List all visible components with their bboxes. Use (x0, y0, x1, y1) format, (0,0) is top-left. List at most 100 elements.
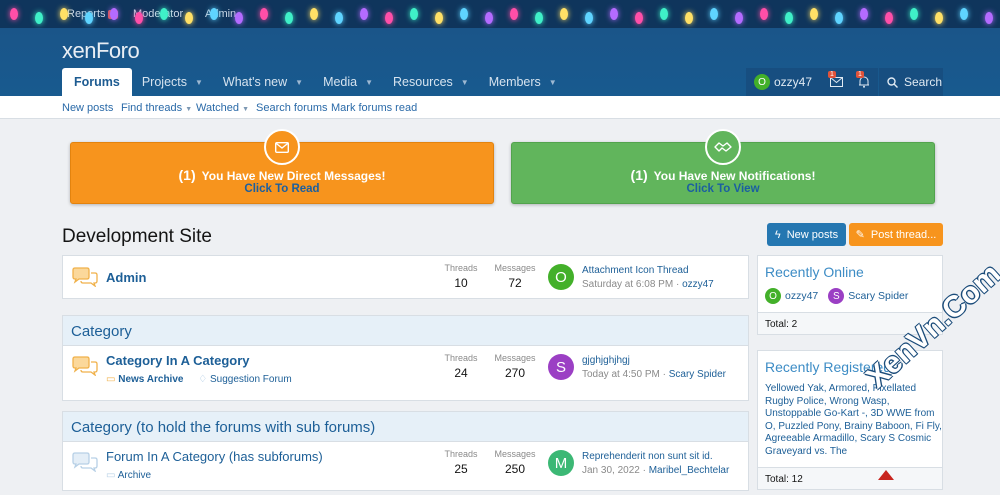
subforum-suggestion[interactable]: ♢ Suggestion Forum (198, 374, 291, 385)
forum-chat-icon (72, 356, 98, 376)
category-heading[interactable]: Category (63, 316, 748, 346)
light-bulb-decoration (610, 8, 618, 20)
avatar[interactable]: S (548, 354, 574, 380)
subnav-watched[interactable]: Watched ▼ (196, 102, 249, 114)
light-bulb-decoration (485, 12, 493, 24)
account-area: O ozzy47 1 1 (746, 68, 879, 96)
tab-resources[interactable]: Resources ▼ (383, 68, 479, 96)
messages-count: (1) (178, 167, 196, 183)
forum-block-admin: Admin Threads 10 Messages 72 O Attachment … (62, 255, 749, 299)
category-heading[interactable]: Category (to hold the forums with sub fo… (63, 412, 748, 442)
last-post-title[interactable]: gjghjghjhgj (582, 355, 630, 366)
subnav-find-threads[interactable]: Find threads ▼ (121, 102, 192, 114)
avatar[interactable]: O (548, 264, 574, 290)
forum-node: Forum In A Category (has subforums) ▭ Ar… (63, 442, 748, 485)
light-bulb-decoration (535, 12, 543, 24)
subnav-mark-read[interactable]: Mark forums read (331, 102, 417, 114)
light-bulb-decoration (335, 12, 343, 24)
chevron-down-icon[interactable]: ▼ (295, 78, 303, 87)
forum-title[interactable]: Category In A Category (106, 353, 250, 368)
last-post-user[interactable]: Maribel_Bechtelar (649, 465, 730, 476)
tab-forums[interactable]: Forums (62, 68, 132, 96)
subforum-news-archive[interactable]: ▭ News Archive (106, 374, 183, 385)
light-bulb-decoration (310, 8, 318, 20)
light-bulb-decoration (85, 12, 93, 24)
light-bulb-decoration (660, 8, 668, 20)
online-user[interactable]: ozzy47 (785, 290, 818, 302)
chat-icon: ▭ (106, 470, 116, 481)
tab-media[interactable]: Media ▼ (313, 68, 383, 96)
conversations-badge: 1 (828, 71, 836, 78)
subforum-list: ▭ News Archive ♢ Suggestion Forum (106, 374, 292, 385)
avatar[interactable]: S (828, 288, 845, 304)
tab-projects[interactable]: Projects ▼ (132, 68, 213, 96)
light-bulb-decoration (60, 8, 68, 20)
light-bulb-decoration (360, 8, 368, 20)
account-name[interactable]: ozzy47 (774, 75, 812, 89)
avatar[interactable]: O (765, 288, 781, 304)
click-to-view-link[interactable]: Click To View (512, 183, 934, 195)
chevron-down-icon[interactable]: ▼ (365, 78, 373, 87)
messages-stat: Messages 270 (494, 353, 536, 380)
edit-icon: ✎ (855, 229, 865, 241)
main-nav: Forums Projects ▼ What's new ▼ Media ▼ Reso… (62, 68, 567, 96)
new-posts-button[interactable]: ϟ New posts (767, 223, 846, 246)
messages-notice[interactable]: (1) You Have New Direct Messages! Click T… (70, 129, 494, 204)
conversations-button[interactable]: 1 (822, 68, 850, 96)
light-bulb-decoration (860, 8, 868, 20)
handshake-icon (705, 129, 741, 165)
light-bulb-decoration (585, 12, 593, 24)
light-bulb-decoration (235, 12, 243, 24)
light-bulb-decoration (35, 12, 43, 24)
forum-node: Category In A Category ▭ News Archive ♢ … (63, 346, 748, 389)
sub-nav: New posts Find threads ▼ Watched ▼ Searc… (0, 96, 1000, 119)
chevron-down-icon[interactable]: ▼ (549, 78, 557, 87)
last-post-title[interactable]: Attachment Icon Thread (582, 265, 689, 276)
chevron-down-icon[interactable]: ▼ (461, 78, 469, 87)
light-bulb-decoration (510, 8, 518, 20)
registered-users-list[interactable]: Yellowed Yak, Armored, Pixellated Rugby … (765, 383, 943, 458)
site-logo[interactable]: xenForo (62, 38, 140, 64)
lightbulb-icon: ♢ (198, 374, 208, 385)
threads-stat: Threads 25 (444, 449, 478, 476)
search-button[interactable]: Search (879, 68, 943, 96)
click-to-read-link[interactable]: Click To Read (71, 183, 493, 195)
light-bulb-decoration (960, 8, 968, 20)
forum-title[interactable]: Forum In A Category (has subforums) (106, 449, 323, 464)
avatar[interactable]: M (548, 450, 574, 476)
avatar[interactable]: O (754, 74, 770, 90)
light-bulb-decoration (685, 12, 693, 24)
last-post-meta: Jan 30, 2022 · Maribel_Bechtelar (582, 465, 730, 476)
light-bulb-decoration (285, 12, 293, 24)
subnav-search-forums[interactable]: Search forums (256, 102, 328, 114)
online-user[interactable]: Scary Spider (848, 290, 908, 302)
light-bulb-decoration (785, 12, 793, 24)
post-thread-button[interactable]: ✎ Post thread... (849, 223, 943, 246)
tab-whats-new[interactable]: What's new ▼ (213, 68, 313, 96)
light-bulb-decoration (110, 8, 118, 20)
light-bulb-decoration (135, 12, 143, 24)
page-title: Development Site (62, 226, 212, 247)
light-bulb-decoration (435, 12, 443, 24)
alerts-badge: 1 (856, 71, 864, 78)
light-bulb-decoration (560, 8, 568, 20)
widget-title[interactable]: Recently Online (758, 256, 942, 284)
last-post-user[interactable]: Scary Spider (669, 369, 726, 380)
category-block: Category Category In A Category ▭ News A… (62, 315, 749, 401)
light-bulb-decoration (760, 8, 768, 20)
subforum-archive[interactable]: ▭ Archive (106, 470, 151, 481)
christmas-lights-decoration (0, 0, 1000, 28)
chevron-down-icon[interactable]: ▼ (195, 78, 203, 87)
forum-title[interactable]: Admin (106, 270, 146, 285)
light-bulb-decoration (410, 8, 418, 20)
threads-stat: Threads 10 (444, 263, 478, 290)
forum-chat-icon (72, 452, 98, 472)
last-post-title[interactable]: Reprehenderit non sunt sit id. (582, 451, 713, 462)
notifications-notice[interactable]: (1) You Have New Notifications! Click To … (511, 129, 935, 204)
last-post-user[interactable]: ozzy47 (682, 279, 714, 290)
bolt-icon: ϟ (774, 228, 781, 241)
tab-members[interactable]: Members ▼ (479, 68, 567, 96)
subnav-new-posts[interactable]: New posts (62, 102, 113, 114)
alerts-button[interactable]: 1 (850, 68, 878, 96)
light-bulb-decoration (10, 8, 18, 20)
